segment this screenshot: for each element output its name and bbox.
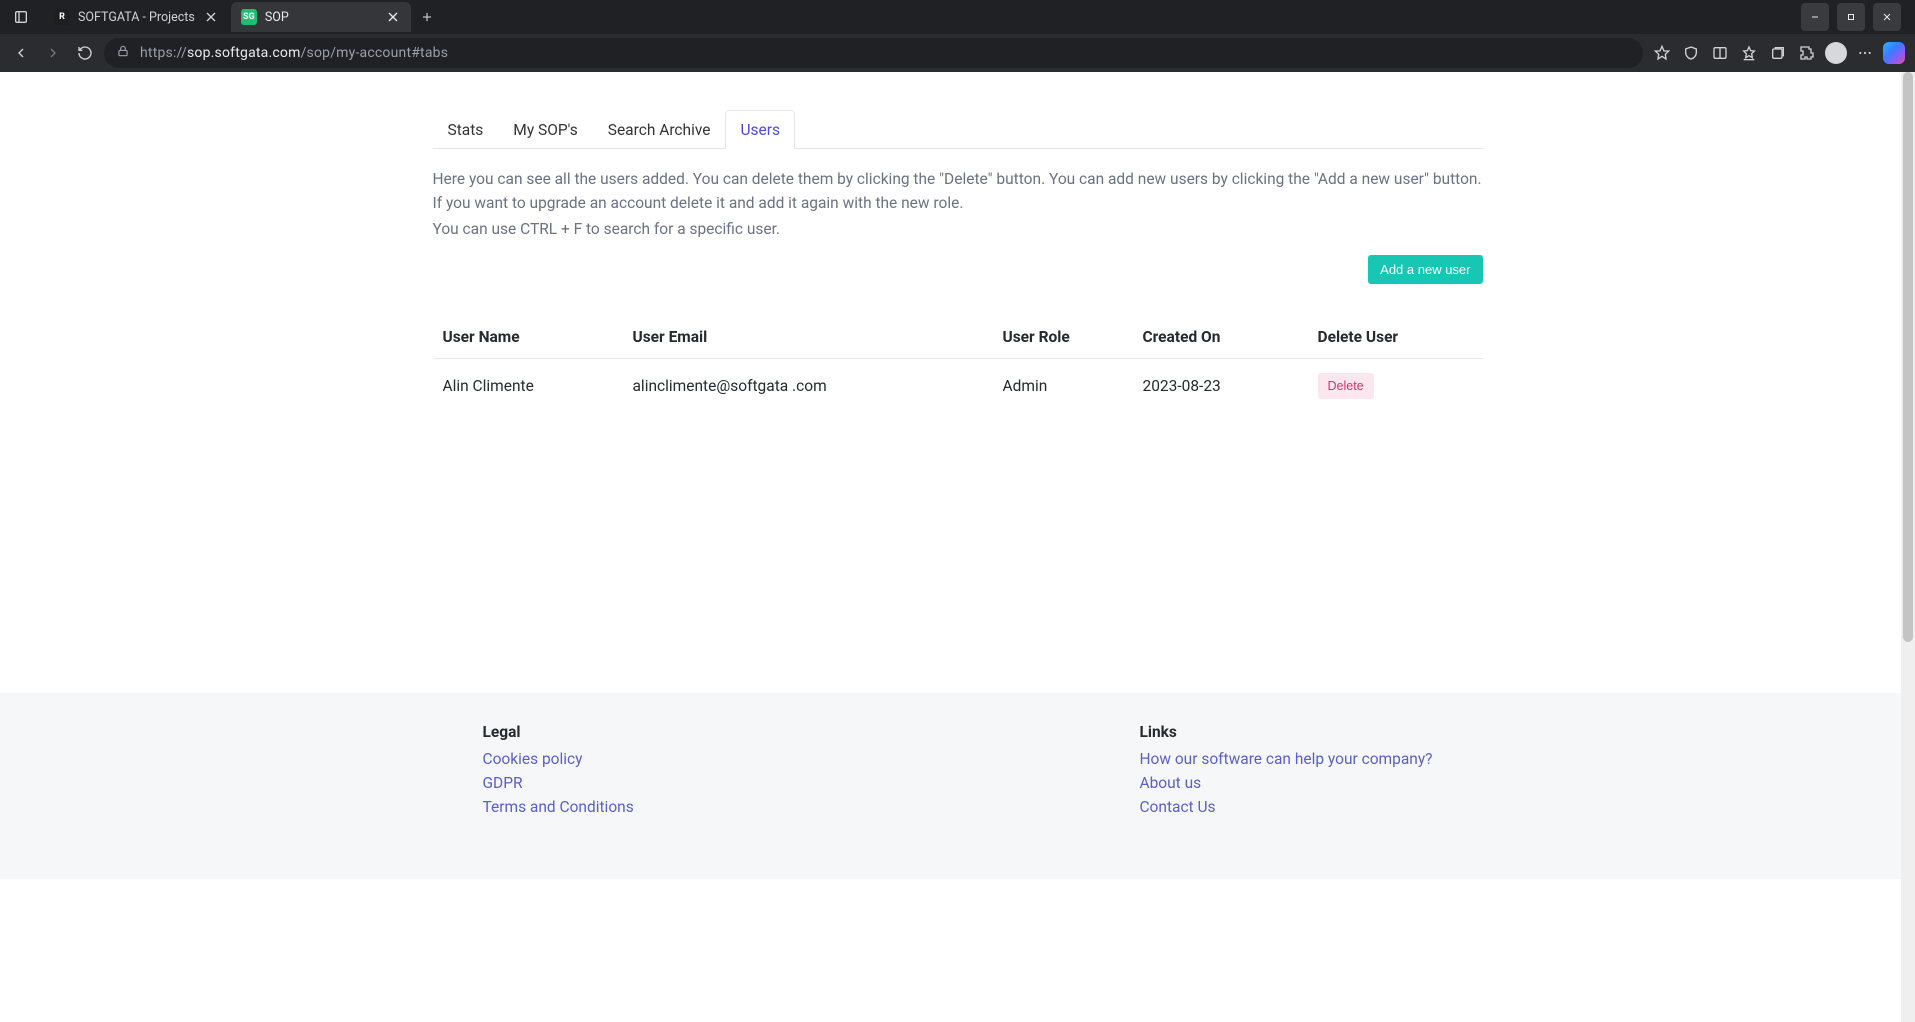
col-delete-user: Delete User bbox=[1308, 318, 1483, 359]
col-user-email: User Email bbox=[623, 318, 993, 359]
window-minimize-button[interactable] bbox=[1801, 3, 1829, 31]
close-tab-icon[interactable] bbox=[203, 9, 219, 25]
users-table: User Name User Email User Role Created O… bbox=[433, 318, 1483, 413]
window-controls bbox=[1801, 3, 1907, 31]
lock-icon bbox=[116, 44, 130, 62]
footer-link-about[interactable]: About us bbox=[1139, 771, 1432, 795]
footer-legal: Legal Cookies policy GDPR Terms and Cond… bbox=[483, 723, 634, 819]
split-screen-icon[interactable] bbox=[1707, 40, 1733, 66]
favorites-list-icon[interactable] bbox=[1736, 40, 1762, 66]
col-user-name: User Name bbox=[433, 318, 623, 359]
cell-delete-user: Delete bbox=[1308, 359, 1483, 414]
copilot-icon[interactable] bbox=[1881, 40, 1907, 66]
add-user-button[interactable]: Add a new user bbox=[1368, 255, 1482, 284]
forward-button[interactable] bbox=[40, 40, 66, 66]
col-user-role: User Role bbox=[993, 318, 1133, 359]
footer-link-how-help[interactable]: How our software can help your company? bbox=[1139, 747, 1432, 771]
cell-user-email: alinclimente@softgata .com bbox=[623, 359, 993, 414]
browser-tab-title: SOP bbox=[265, 10, 377, 25]
address-bar[interactable]: https://sop.softgata.com/sop/my-account#… bbox=[104, 38, 1643, 68]
favicon-icon: R bbox=[54, 9, 70, 25]
footer-link-terms[interactable]: Terms and Conditions bbox=[483, 795, 634, 819]
footer-link-gdpr[interactable]: GDPR bbox=[483, 771, 634, 795]
back-button[interactable] bbox=[8, 40, 34, 66]
more-icon[interactable] bbox=[1852, 40, 1878, 66]
browser-toolbar: https://sop.softgata.com/sop/my-account#… bbox=[0, 34, 1915, 72]
cell-created-on: 2023-08-23 bbox=[1133, 359, 1308, 414]
scrollbar[interactable] bbox=[1901, 72, 1915, 1022]
address-url: https://sop.softgata.com/sop/my-account#… bbox=[140, 45, 448, 61]
footer-legal-heading: Legal bbox=[483, 723, 634, 741]
profile-avatar[interactable] bbox=[1823, 40, 1849, 66]
cell-user-name: Alin Climente bbox=[433, 359, 623, 414]
collections-icon[interactable] bbox=[1765, 40, 1791, 66]
page-footer: Legal Cookies policy GDPR Terms and Cond… bbox=[0, 693, 1915, 879]
favicon-icon: SG bbox=[241, 9, 257, 25]
footer-link-contact[interactable]: Contact Us bbox=[1139, 795, 1432, 819]
tracking-icon[interactable] bbox=[1678, 40, 1704, 66]
footer-link-cookies[interactable]: Cookies policy bbox=[483, 747, 634, 771]
footer-links-heading: Links bbox=[1139, 723, 1432, 741]
footer-links: Links How our software can help your com… bbox=[1139, 723, 1432, 819]
delete-user-button[interactable]: Delete bbox=[1318, 373, 1374, 399]
extensions-icon[interactable] bbox=[1794, 40, 1820, 66]
tab-users[interactable]: Users bbox=[725, 110, 795, 149]
browser-tab-title: SOFTGATA - Projects bbox=[78, 10, 195, 25]
tab-actions-icon[interactable] bbox=[8, 4, 34, 30]
tab-my-sops[interactable]: My SOP's bbox=[498, 110, 592, 149]
page-viewport: Stats My SOP's Search Archive Users Here… bbox=[0, 72, 1915, 1022]
new-tab-button[interactable] bbox=[413, 3, 441, 31]
help-text: Here you can see all the users added. Yo… bbox=[433, 167, 1483, 241]
browser-chrome: R SOFTGATA - Projects SG SOP bbox=[0, 0, 1915, 72]
close-tab-icon[interactable] bbox=[385, 9, 401, 25]
tab-search-archive[interactable]: Search Archive bbox=[593, 110, 726, 149]
page-tabs: Stats My SOP's Search Archive Users bbox=[433, 110, 1483, 149]
favorite-icon[interactable] bbox=[1649, 40, 1675, 66]
browser-tab-1[interactable]: SG SOP bbox=[231, 2, 411, 32]
col-created-on: Created On bbox=[1133, 318, 1308, 359]
help-p1: Here you can see all the users added. Yo… bbox=[433, 167, 1483, 215]
window-maximize-button[interactable] bbox=[1837, 3, 1865, 31]
tab-stats[interactable]: Stats bbox=[433, 110, 499, 149]
table-header-row: User Name User Email User Role Created O… bbox=[433, 318, 1483, 359]
window-close-button[interactable] bbox=[1873, 3, 1901, 31]
tab-strip: R SOFTGATA - Projects SG SOP bbox=[0, 0, 1915, 34]
browser-tab-0[interactable]: R SOFTGATA - Projects bbox=[44, 2, 229, 32]
help-p2: You can use CTRL + F to search for a spe… bbox=[433, 217, 1483, 241]
reload-button[interactable] bbox=[72, 40, 98, 66]
cell-user-role: Admin bbox=[993, 359, 1133, 414]
table-row: Alin Climente alinclimente@softgata .com… bbox=[433, 359, 1483, 414]
